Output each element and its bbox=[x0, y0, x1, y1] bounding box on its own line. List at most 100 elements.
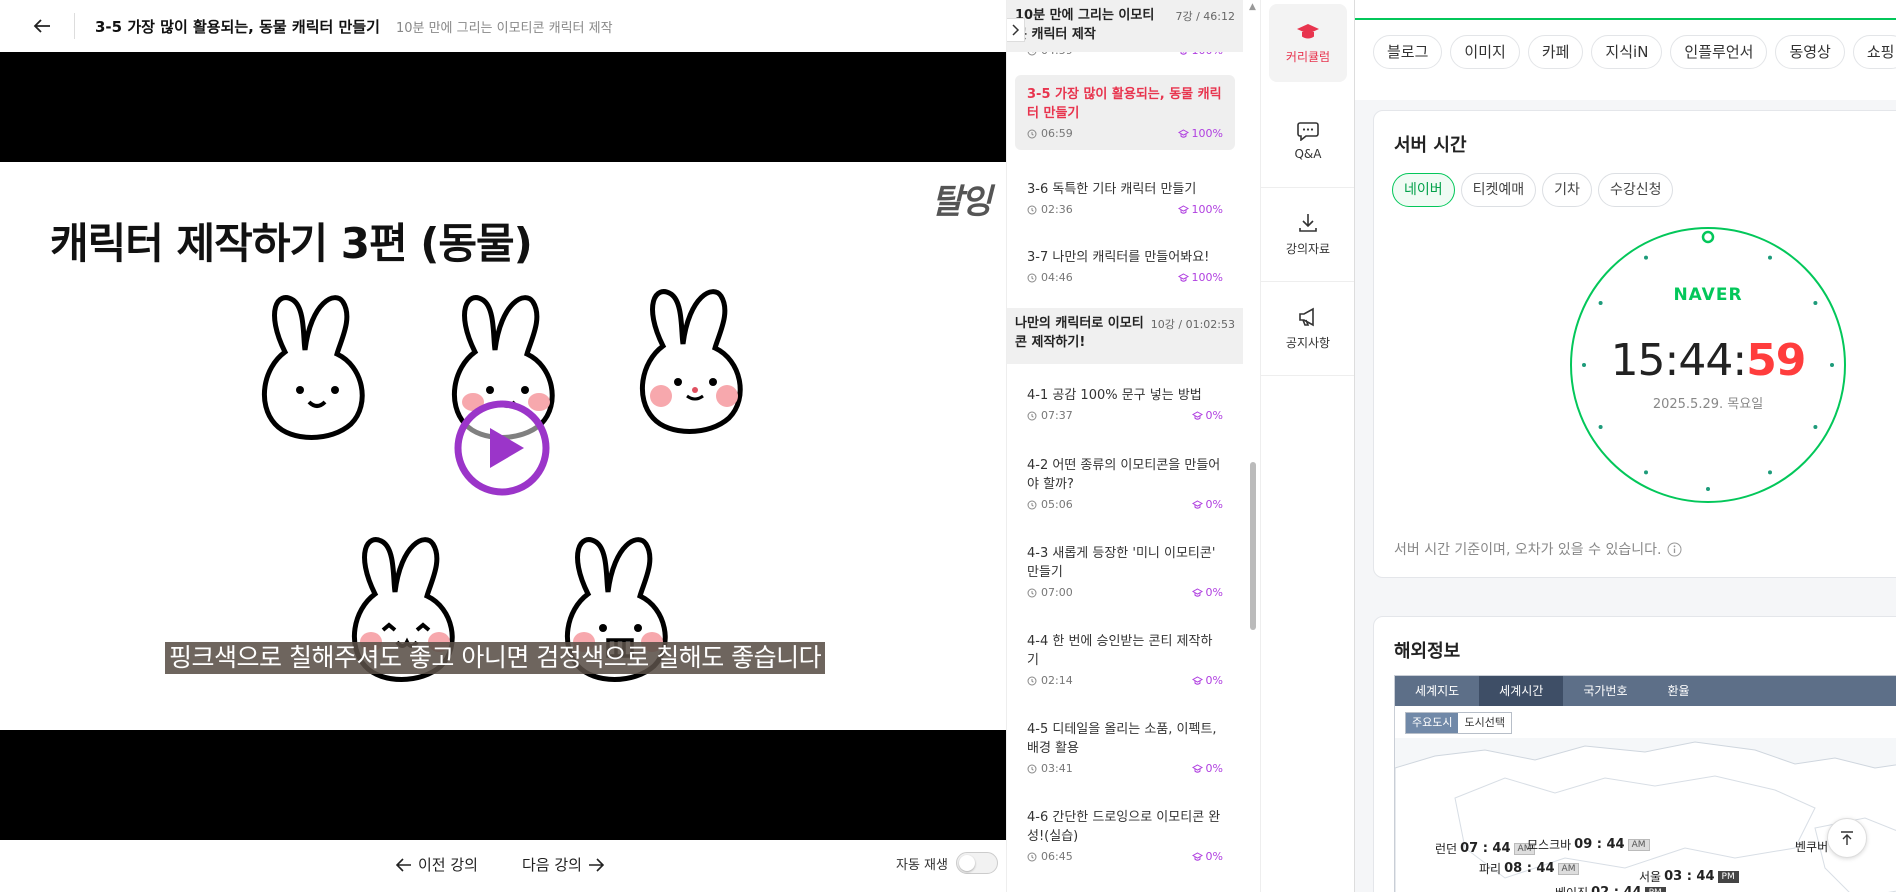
lesson-title: 4-4 한 번에 승인받는 콘티 제작하기 bbox=[1027, 634, 1213, 668]
chevron-right-icon bbox=[1011, 24, 1019, 36]
abroad-tab[interactable]: 세계시간 bbox=[1479, 676, 1564, 706]
scroll-up-icon[interactable]: ▲ bbox=[1249, 2, 1256, 12]
next-lecture-button[interactable]: 다음 강의 bbox=[522, 854, 604, 875]
section-header[interactable]: 나만의 캐릭터로 이모티콘 제작하기! 10강 / 01:02:53 bbox=[1007, 308, 1243, 364]
city-ampm: AM bbox=[1627, 838, 1650, 851]
prev-lecture-label: 이전 강의 bbox=[418, 856, 478, 874]
lesson-item[interactable]: 4-6 간단한 드로잉으로 이모티콘 완성!(실습) 06:45 0% bbox=[1015, 798, 1235, 873]
search-tab[interactable]: 인플루언서 bbox=[1670, 35, 1768, 69]
lesson-item[interactable]: 4-2 어떤 종류의 이모티콘을 만들어야 할까? 05:06 0% bbox=[1015, 446, 1235, 521]
city-time[interactable]: 벤쿠버 bbox=[1795, 838, 1831, 855]
server-chip[interactable]: 네이버 bbox=[1392, 173, 1455, 207]
tab-notice[interactable]: 공지사항 bbox=[1261, 282, 1355, 376]
video-slide: 캐릭터 제작하기 3편 (동물) 탈잉 핑크색으로 칠해주셔도 좋고 아니면 검… bbox=[0, 162, 1006, 730]
city-time[interactable]: 베이징 02 : 44 PM bbox=[1555, 884, 1666, 892]
naver-accent-line bbox=[1355, 18, 1896, 20]
back-button[interactable] bbox=[16, 4, 68, 48]
megaphone-icon bbox=[1299, 307, 1314, 327]
lesson-item[interactable]: 3-6 독특한 기타 캐릭터 만들기 02:36 100% bbox=[1015, 170, 1235, 226]
search-tab[interactable]: 카페 bbox=[1527, 35, 1584, 69]
next-lecture-label: 다음 강의 bbox=[522, 856, 582, 874]
scrollbar-thumb[interactable] bbox=[1250, 462, 1256, 630]
graduation-cap-icon bbox=[1177, 272, 1189, 282]
lesson-title: 4-6 간단한 드로잉으로 이모티콘 완성!(실습) bbox=[1027, 810, 1221, 844]
server-chip[interactable]: 티켓예매 bbox=[1460, 173, 1537, 207]
city-time[interactable]: 모스크바 09 : 44 AM bbox=[1527, 836, 1650, 853]
graduation-cap-icon bbox=[1191, 499, 1203, 509]
section-header[interactable]: 10분 만에 그리는 이모티콘 캐릭터 제작 7강 / 46:12 bbox=[1007, 0, 1243, 52]
clock-icon bbox=[1027, 411, 1037, 420]
clock-date: 2025.5.29. 목요일 bbox=[1652, 397, 1764, 412]
tab-materials[interactable]: 강의자료 bbox=[1261, 188, 1355, 282]
server-chip[interactable]: 기차 bbox=[1542, 173, 1592, 207]
clock-icon bbox=[1027, 273, 1037, 282]
autoplay-control: 자동 재생 bbox=[896, 852, 998, 874]
search-tab[interactable]: 쇼핑 bbox=[1852, 35, 1896, 69]
player-header: 3-5 가장 많이 활용되는, 동물 캐릭터 만들기 10분 만에 그리는 이모… bbox=[0, 0, 1006, 52]
search-tab[interactable]: 이미지 bbox=[1450, 35, 1520, 69]
taling-logo: 탈잉 bbox=[931, 182, 992, 222]
chat-bubble-icon bbox=[1297, 121, 1319, 141]
scroll-to-top-button[interactable] bbox=[1827, 818, 1867, 858]
lesson-progress: 100% bbox=[1191, 203, 1223, 216]
world-map[interactable]: 런던 07 : 44 AM 모스크바 09 : 44 AM 파리 08 : 44… bbox=[1395, 738, 1896, 892]
graduation-cap-icon bbox=[1297, 23, 1319, 38]
play-button[interactable] bbox=[454, 400, 550, 496]
clock-hm: 15:44: bbox=[1610, 335, 1748, 386]
city-time[interactable]: 서울 03 : 44 PM bbox=[1639, 868, 1739, 885]
lesson-progress: 100% bbox=[1191, 127, 1223, 140]
city-ampm: PM bbox=[1644, 886, 1666, 892]
city-name: 베이징 bbox=[1555, 884, 1588, 892]
clock-seconds: 59 bbox=[1746, 335, 1806, 386]
curriculum-panel: 10분 만에 그리는 이모티콘 캐릭터 제작 7강 / 46:12 04:59 … bbox=[1006, 0, 1260, 892]
player-footer: 이전 강의 다음 강의 자동 재생 bbox=[0, 848, 1006, 892]
abroad-subtab[interactable]: 도시선택 bbox=[1458, 713, 1511, 733]
lesson-duration: 04:46 bbox=[1041, 271, 1073, 284]
abroad-tab[interactable]: 환율 bbox=[1648, 676, 1710, 706]
scrollbar[interactable]: ▲ bbox=[1247, 0, 1259, 892]
city-clock: 09 : 44 bbox=[1574, 837, 1625, 852]
graduation-cap-icon bbox=[1191, 763, 1203, 773]
lesson-item[interactable]: 4-1 공감 100% 문구 넣는 방법 07:37 0% bbox=[1015, 376, 1235, 432]
download-icon bbox=[1299, 214, 1317, 232]
lesson-item[interactable]: 4-4 한 번에 승인받는 콘티 제작하기 02:14 0% bbox=[1015, 622, 1235, 697]
side-tab-bar: 커리큘럼 Q&A 강의자료 공지사항 bbox=[1260, 0, 1355, 892]
clock-tick bbox=[1598, 425, 1603, 429]
city-time[interactable]: 런던 07 : 44 AM bbox=[1435, 840, 1536, 857]
toggle-knob bbox=[958, 855, 975, 871]
tab-qna[interactable]: Q&A bbox=[1261, 94, 1355, 188]
video-player[interactable]: 캐릭터 제작하기 3편 (동물) 탈잉 핑크색으로 칠해주셔도 좋고 아니면 검… bbox=[0, 52, 1006, 840]
section-title: 나만의 캐릭터로 이모티콘 제작하기! bbox=[1015, 316, 1144, 350]
naver-panel: 블로그 이미지 카페 지식iN 인플루언서 동영상 쇼핑 서버 시간 네이버 티켓예매 기차 수강… bbox=[1354, 0, 1896, 892]
search-tab[interactable]: 동영상 bbox=[1775, 35, 1845, 69]
tab-curriculum[interactable]: 커리큘럼 bbox=[1269, 4, 1347, 82]
lesson-title: 3-6 독특한 기타 캐릭터 만들기 bbox=[1027, 182, 1197, 197]
lecture-title: 3-5 가장 많이 활용되는, 동물 캐릭터 만들기 bbox=[95, 17, 380, 36]
abroad-tab[interactable]: 국가번호 bbox=[1563, 676, 1647, 706]
lesson-item[interactable]: 4-5 디테일을 올리는 소품, 이펙트, 배경 활용 03:41 0% bbox=[1015, 710, 1235, 785]
slide-title: 캐릭터 제작하기 3편 (동물) bbox=[50, 219, 533, 268]
server-chip[interactable]: 수강신청 bbox=[1597, 173, 1674, 207]
city-time[interactable]: 파리 08 : 44 AM bbox=[1479, 860, 1580, 877]
autoplay-label: 자동 재생 bbox=[896, 857, 948, 873]
lesson-item[interactable]: 4-3 새롭게 등장한 '미니 이모티콘' 만들기 07:00 0% bbox=[1015, 534, 1235, 609]
server-note-text: 서버 시간 기준이며, 오차가 있을 수 있습니다. bbox=[1394, 542, 1662, 558]
server-time-note: 서버 시간 기준이며, 오차가 있을 수 있습니다. bbox=[1394, 539, 1682, 559]
abroad-tab[interactable]: 세계지도 bbox=[1395, 676, 1479, 706]
clock-tick bbox=[1644, 255, 1648, 260]
collapse-panel-button[interactable] bbox=[1007, 18, 1025, 42]
lesson-duration: 05:06 bbox=[1041, 498, 1073, 511]
server-time-card: 서버 시간 네이버 티켓예매 기차 수강신청 NAVER 15:44:59 2025.… bbox=[1373, 110, 1896, 578]
prev-lecture-button[interactable]: 이전 강의 bbox=[396, 854, 478, 875]
search-tab[interactable]: 지식iN bbox=[1591, 35, 1663, 69]
abroad-subtab[interactable]: 주요도시 bbox=[1406, 713, 1459, 733]
info-icon[interactable] bbox=[1667, 542, 1682, 557]
search-tab[interactable]: 블로그 bbox=[1373, 35, 1443, 69]
course-subtitle: 10분 만에 그리는 이모티콘 캐릭터 제작 bbox=[395, 20, 613, 36]
city-ampm: PM bbox=[1717, 870, 1739, 883]
clock-tick bbox=[1813, 425, 1818, 429]
section-meta: 7강 / 46:12 bbox=[1175, 10, 1235, 23]
autoplay-toggle[interactable] bbox=[955, 852, 998, 874]
lesson-item[interactable]: 3-7 나만의 캐릭터를 만들어봐요! 04:46 100% bbox=[1015, 238, 1235, 294]
lesson-item[interactable]: 3-5 가장 많이 활용되는, 동물 캐릭터 만들기 06:59 100% bbox=[1015, 75, 1235, 150]
